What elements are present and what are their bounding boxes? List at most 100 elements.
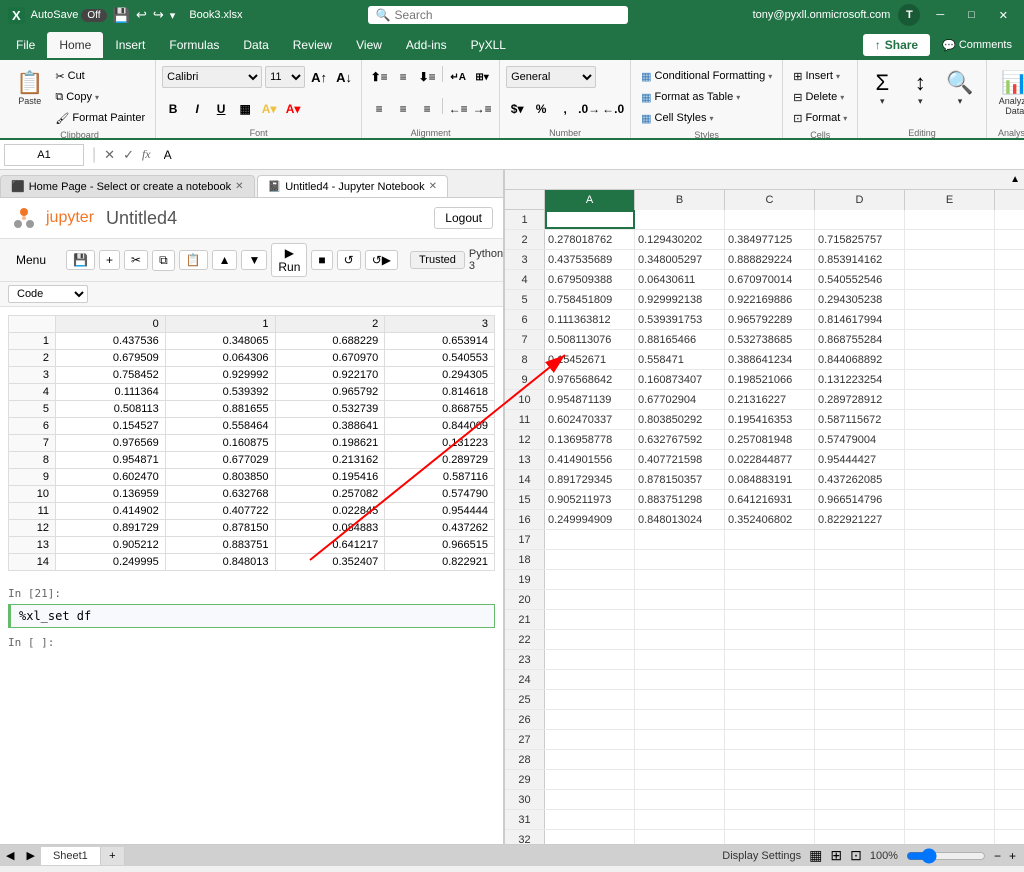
- cancel-formula-icon[interactable]: ✕: [104, 147, 115, 163]
- spreadsheet-cell[interactable]: 0.715825757: [815, 230, 905, 249]
- fill-color-button[interactable]: A▾: [258, 98, 280, 120]
- align-bottom-button[interactable]: ⬇≡: [416, 66, 438, 88]
- spreadsheet-cell[interactable]: [545, 750, 635, 769]
- restart-run-button[interactable]: ↺▶: [365, 250, 398, 270]
- spreadsheet-cell[interactable]: 0.136958778: [545, 430, 635, 449]
- spreadsheet-cell[interactable]: 0.976568642: [545, 370, 635, 389]
- spreadsheet-cell[interactable]: [995, 290, 1024, 309]
- spreadsheet-cell[interactable]: [995, 830, 1024, 844]
- spreadsheet-cell[interactable]: [995, 390, 1024, 409]
- spreadsheet-cell[interactable]: 0.407721598: [635, 450, 725, 469]
- spreadsheet-cell[interactable]: [995, 250, 1024, 269]
- cut-button[interactable]: ✂ Cut: [51, 66, 149, 86]
- spreadsheet-cell[interactable]: [815, 610, 905, 629]
- spreadsheet-cell[interactable]: 0.160873407: [635, 370, 725, 389]
- spreadsheet-cell[interactable]: [725, 650, 815, 669]
- increase-font-button[interactable]: A↑: [308, 66, 330, 88]
- col-header-D[interactable]: D: [815, 190, 905, 210]
- minimize-button[interactable]: ─: [928, 0, 952, 30]
- spreadsheet-cell[interactable]: 0.437535689: [545, 250, 635, 269]
- bold-button[interactable]: B: [162, 98, 184, 120]
- spreadsheet-cell[interactable]: [545, 210, 635, 229]
- percent-button[interactable]: %: [530, 98, 552, 120]
- spreadsheet-cell[interactable]: [995, 450, 1024, 469]
- spreadsheet-cell[interactable]: 0.878150357: [635, 470, 725, 489]
- spreadsheet-cell[interactable]: 0.532738685: [725, 330, 815, 349]
- menu-item-file[interactable]: File: [4, 32, 47, 58]
- spreadsheet-cell[interactable]: [545, 690, 635, 709]
- spreadsheet-cell[interactable]: [905, 290, 995, 309]
- sort-button[interactable]: ↕ ▾: [902, 66, 938, 111]
- spreadsheet-cell[interactable]: 0.348005297: [635, 250, 725, 269]
- spreadsheet-cell[interactable]: [725, 590, 815, 609]
- add-cell-button[interactable]: +: [99, 250, 120, 270]
- cell-styles-button[interactable]: ▦ Cell Styles ▾: [637, 108, 717, 128]
- spreadsheet-cell[interactable]: 0.540552546: [815, 270, 905, 289]
- sheet-nav-left[interactable]: ◀: [0, 849, 20, 862]
- spreadsheet-cell[interactable]: 0.954871139: [545, 390, 635, 409]
- spreadsheet-cell[interactable]: 0.278018762: [545, 230, 635, 249]
- search-input[interactable]: [395, 8, 598, 22]
- spreadsheet-cell[interactable]: [635, 690, 725, 709]
- decrease-font-button[interactable]: A↓: [333, 66, 355, 88]
- spreadsheet-cell[interactable]: [635, 590, 725, 609]
- spreadsheet-cell[interactable]: [905, 630, 995, 649]
- zoom-in-icon[interactable]: +: [1009, 849, 1016, 863]
- spreadsheet-cell[interactable]: 0.195416353: [725, 410, 815, 429]
- decimal-decrease-button[interactable]: ←.0: [602, 98, 624, 120]
- spreadsheet-cell[interactable]: [995, 430, 1024, 449]
- share-button[interactable]: ↑ Share: [863, 34, 930, 56]
- spreadsheet-cell[interactable]: [635, 630, 725, 649]
- spreadsheet-cell[interactable]: [725, 690, 815, 709]
- spreadsheet-cell[interactable]: [815, 590, 905, 609]
- spreadsheet-cell[interactable]: [725, 750, 815, 769]
- spreadsheet-cell[interactable]: [905, 470, 995, 489]
- sheet-nav-right[interactable]: ▶: [20, 849, 40, 862]
- spreadsheet-cell[interactable]: 0.57479004: [815, 430, 905, 449]
- col-header-A[interactable]: A: [545, 190, 635, 210]
- spreadsheet-cell[interactable]: [725, 810, 815, 829]
- spreadsheet-cell[interactable]: [905, 390, 995, 409]
- italic-button[interactable]: I: [186, 98, 208, 120]
- spreadsheet-cell[interactable]: [995, 550, 1024, 569]
- spreadsheet-cell[interactable]: [725, 210, 815, 229]
- spreadsheet-cell[interactable]: [725, 770, 815, 789]
- align-top-button[interactable]: ⬆≡: [368, 66, 390, 88]
- spreadsheet-cell[interactable]: [905, 770, 995, 789]
- spreadsheet-cell[interactable]: [995, 650, 1024, 669]
- spreadsheet-cell[interactable]: [545, 670, 635, 689]
- spreadsheet-cell[interactable]: [995, 510, 1024, 529]
- layout-page-icon[interactable]: ⊞: [830, 847, 842, 864]
- font-color-button[interactable]: A▾: [282, 98, 304, 120]
- spreadsheet-cell[interactable]: 0.508113076: [545, 330, 635, 349]
- spreadsheet-cell[interactable]: [815, 650, 905, 669]
- spreadsheet-cell[interactable]: [905, 750, 995, 769]
- spreadsheet-cell[interactable]: 0.249994909: [545, 510, 635, 529]
- spreadsheet-cell[interactable]: 0.814617994: [815, 310, 905, 329]
- spreadsheet-cell[interactable]: 0.198521066: [725, 370, 815, 389]
- scroll-up-icon[interactable]: ▲: [1010, 174, 1020, 185]
- spreadsheet-cell[interactable]: [995, 470, 1024, 489]
- spreadsheet-cell[interactable]: [905, 670, 995, 689]
- logout-button[interactable]: Logout: [434, 207, 493, 229]
- analyze-data-button[interactable]: 📊 Analyze Data: [993, 66, 1024, 120]
- insert-function-icon[interactable]: fx: [142, 147, 151, 162]
- number-format-select[interactable]: General: [506, 66, 596, 88]
- spreadsheet-cell[interactable]: [905, 210, 995, 229]
- spreadsheet-cell[interactable]: [995, 230, 1024, 249]
- comments-button[interactable]: 💬 Comments: [934, 39, 1020, 52]
- merge-button[interactable]: ⊞▾: [471, 66, 493, 88]
- spreadsheet-cell[interactable]: 0.539391753: [635, 310, 725, 329]
- align-right-button[interactable]: ≡: [416, 98, 438, 120]
- spreadsheet-cell[interactable]: [815, 670, 905, 689]
- spreadsheet-cell[interactable]: [725, 830, 815, 844]
- spreadsheet-cell[interactable]: [995, 710, 1024, 729]
- spreadsheet-cell[interactable]: [725, 550, 815, 569]
- spreadsheet-cell[interactable]: [545, 770, 635, 789]
- spreadsheet-cell[interactable]: [995, 370, 1024, 389]
- spreadsheet-cell[interactable]: [905, 830, 995, 844]
- col-header-E[interactable]: E: [905, 190, 995, 210]
- indent-decrease-button[interactable]: ←≡: [447, 98, 469, 120]
- col-header-C[interactable]: C: [725, 190, 815, 210]
- indent-increase-button[interactable]: →≡: [471, 98, 493, 120]
